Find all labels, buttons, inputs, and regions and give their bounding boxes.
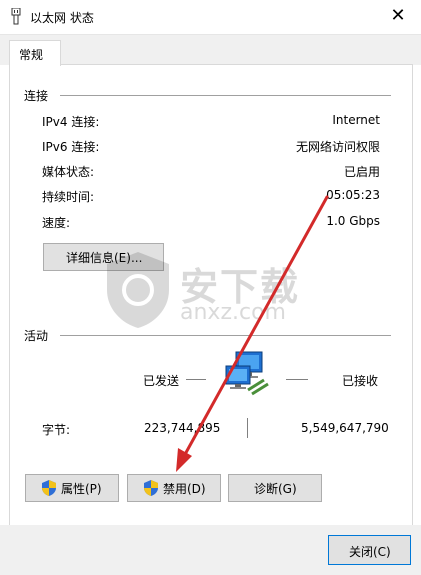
bytes-received-value: 5,549,647,790 [301,421,389,435]
disable-button-label: 禁用(D) [163,482,206,496]
properties-button[interactable]: 属性(P) [25,474,119,502]
uac-shield-icon [42,480,56,496]
sent-line [186,379,206,380]
diagnose-button-label: 诊断(G) [254,482,297,496]
watermark: 安下载 anxz.com [105,250,345,340]
tab-bar [0,34,421,65]
speed-value: 1.0 Gbps [326,214,380,228]
watermark-logo [107,252,169,328]
ipv4-value: Internet [332,113,380,127]
ipv6-value: 无网络访问权限 [295,140,380,154]
duration-value: 05:05:23 [326,188,380,202]
bytes-label: 字节: [42,423,71,437]
window-title: 以太网 状态 [30,11,94,25]
watermark-sub-text: anxz.com [180,300,286,325]
close-icon: ✕ [390,5,406,26]
sent-label: 已发送 [143,374,180,388]
tab-general[interactable]: 常规 [9,40,61,66]
media-state-value: 已启用 [343,165,380,179]
duration-label: 持续时间: [42,190,95,204]
speed-label: 速度: [42,216,71,230]
disable-button[interactable]: 禁用(D) [127,474,221,502]
close-button[interactable]: 关闭(C) [328,535,411,565]
close-button-label: 关闭(C) [349,545,391,559]
network-computers-icon [225,351,269,396]
connection-section-label: 连接 [24,89,49,103]
diagnose-button[interactable]: 诊断(G) [228,474,322,502]
title-bar: 以太网 状态 ✕ [0,0,421,34]
properties-button-label: 属性(P) [61,482,102,496]
ethernet-icon [11,8,21,25]
connection-divider [60,95,391,96]
received-label: 已接收 [342,374,379,388]
bytes-separator [247,418,248,438]
ipv4-label: IPv4 连接: [42,115,100,129]
tab-general-label: 常规 [19,48,44,62]
ipv6-label: IPv6 连接: [42,140,100,154]
uac-shield-icon [144,480,158,496]
received-line [286,379,308,380]
close-window-button[interactable]: ✕ [385,4,411,28]
activity-section-label: 活动 [24,329,49,343]
bytes-sent-value: 223,744,895 [144,421,221,435]
media-state-label: 媒体状态: [42,165,95,179]
